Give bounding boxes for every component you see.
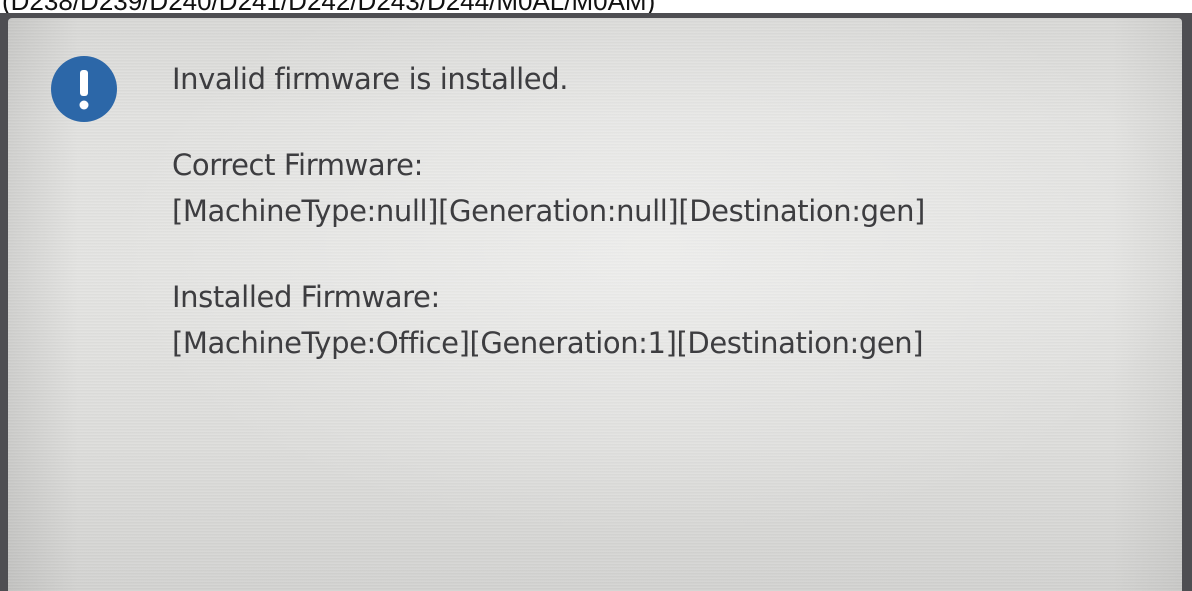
installed-firmware-label: Installed Firmware:: [172, 280, 440, 314]
page: (D238/D239/D240/D241/D242/D243/D244/M0AL…: [0, 0, 1192, 591]
error-title: Invalid firmware is installed.: [172, 62, 569, 96]
correct-firmware-value: [MachineType:null][Generation:null][Dest…: [172, 194, 925, 228]
error-screen: Invalid firmware is installed. Correct F…: [8, 18, 1182, 591]
correct-firmware-label: Correct Firmware:: [172, 148, 423, 182]
installed-firmware-value: [MachineType:Office][Generation:1][Desti…: [172, 326, 924, 360]
exclamation-icon: [51, 56, 117, 122]
